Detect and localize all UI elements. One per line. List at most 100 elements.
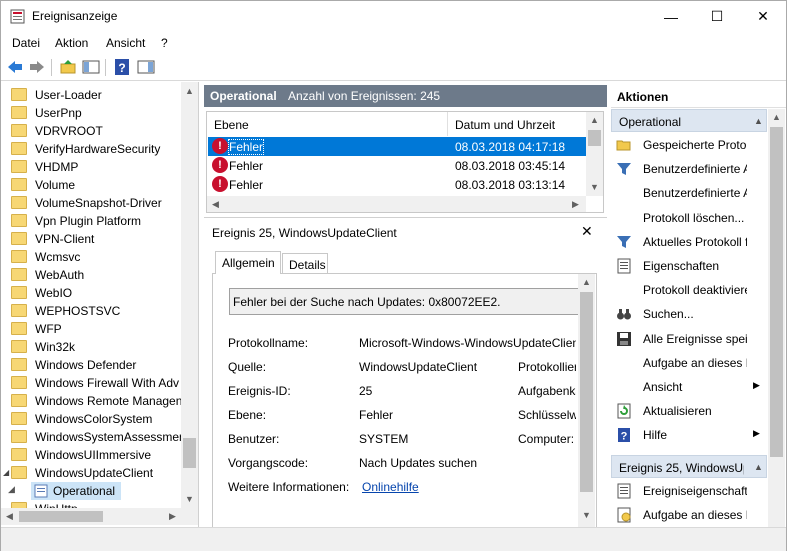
menu-action[interactable]: Aktion <box>55 36 88 50</box>
tree-vertical-scrollbar[interactable]: ▲ ▼ <box>181 82 198 508</box>
action-item[interactable]: Ansicht ▶ <box>611 376 767 398</box>
scroll-up-icon[interactable]: ▲ <box>586 115 603 125</box>
tree-item[interactable]: WindowsUpdateClient <box>1 464 181 482</box>
tree-item[interactable]: Windows Remote Managen <box>1 392 182 410</box>
folder-icon <box>11 160 27 173</box>
tree-item[interactable]: Volume <box>1 176 181 194</box>
actions-section-event[interactable]: Ereignis 25, WindowsUpdateClient ▲ <box>611 455 767 478</box>
forward-arrow-icon[interactable] <box>28 58 46 76</box>
tree-item[interactable]: Win32k <box>1 338 181 356</box>
tree-item[interactable]: WEPHOSTSVC <box>1 302 181 320</box>
action-item[interactable]: Eigenschaften <box>611 255 767 277</box>
scroll-up-icon[interactable]: ▲ <box>768 112 785 122</box>
tab-details[interactable]: Details <box>282 253 328 273</box>
tree-item[interactable]: Wcmsvc <box>1 248 181 266</box>
tree-item-label: WindowsUpdateClient <box>35 466 154 480</box>
tree-item[interactable]: VDRVROOT <box>1 122 181 140</box>
action-item[interactable]: Benutzerdefinierte Ansicht importieren..… <box>611 182 767 204</box>
scroll-up-icon[interactable]: ▲ <box>181 86 198 96</box>
action-item[interactable]: Gespeicherte Protokoll öffnen... <box>611 134 767 156</box>
detail-vertical-scrollbar[interactable]: ▲ ▼ <box>578 274 595 528</box>
scroll-down-icon[interactable]: ▼ <box>578 510 595 520</box>
scroll-up-icon[interactable]: ▲ <box>578 277 595 287</box>
event-list-vertical-scrollbar[interactable]: ▲ ▼ <box>586 112 603 196</box>
help-icon[interactable]: ? <box>113 58 131 76</box>
action-item[interactable]: Protokoll deaktivieren <box>611 279 767 301</box>
tree-item[interactable]: Windows Firewall With Adv <box>1 374 181 392</box>
scroll-right-icon[interactable]: ▶ <box>164 511 181 522</box>
tree-item[interactable]: WebAuth <box>1 266 181 284</box>
tree-item-selected-operational[interactable]: Operational <box>31 482 121 500</box>
column-header-datetime[interactable]: Datum und Uhrzeit <box>448 112 586 136</box>
tree-item-label: VerifyHardwareSecurity <box>35 142 161 156</box>
action-item[interactable]: Aufgabe an dieses Ereignis anfügen... <box>611 504 767 526</box>
tree-item[interactable]: VolumeSnapshot-Driver <box>1 194 181 212</box>
menu-help[interactable]: ? <box>161 36 168 50</box>
tree-item[interactable]: WindowsSystemAssessmen <box>1 428 186 446</box>
tree-item[interactable]: VHDMP <box>1 158 181 176</box>
value-quelle[interactable]: WindowsUpdateClient <box>359 360 477 374</box>
menu-view[interactable]: Ansicht <box>106 36 145 50</box>
tree-item[interactable]: User-Loader <box>1 86 181 104</box>
actions-vertical-scrollbar[interactable]: ▲ <box>768 109 785 527</box>
toolbar: ? <box>1 54 786 81</box>
tree-horizontal-scrollbar[interactable]: ◀ ▶ <box>1 508 198 525</box>
action-item[interactable]: Benutzerdefinierte Ansicht erstellen... <box>611 158 767 180</box>
show-hide-action-pane-icon[interactable] <box>137 58 155 76</box>
tree-item[interactable]: WebIO <box>1 284 181 302</box>
action-label: Protokoll deaktivieren <box>643 283 747 298</box>
event-row[interactable]: ! Fehler 08.03.2018 03:13:14 <box>208 175 586 194</box>
scrollbar-thumb[interactable] <box>770 127 783 457</box>
action-item[interactable]: ? Hilfe ▶ <box>611 424 767 446</box>
value-protokollname[interactable]: Microsoft-Windows-WindowsUpdateClient/Op… <box>359 336 576 350</box>
folder-up-icon[interactable] <box>59 58 77 76</box>
scroll-down-icon[interactable]: ▼ <box>181 494 198 504</box>
event-list-horizontal-scrollbar[interactable]: ◀ ▶ <box>207 196 586 212</box>
tree-item[interactable]: UserPnp <box>1 104 181 122</box>
scroll-left-icon[interactable]: ◀ <box>207 199 224 210</box>
action-item[interactable]: Suchen... <box>611 303 767 325</box>
close-button[interactable]: ✕ <box>740 1 786 32</box>
value-benutzer[interactable]: SYSTEM <box>359 432 408 446</box>
action-item[interactable]: Ereigniseigenschaften <box>611 480 767 502</box>
scroll-right-icon[interactable]: ▶ <box>567 199 584 210</box>
tree-item[interactable]: Windows Defender <box>1 356 181 374</box>
tree-item[interactable]: WFP <box>1 320 181 338</box>
scrollbar-thumb[interactable] <box>19 511 103 522</box>
event-level: Fehler <box>229 159 264 173</box>
expand-arrow-icon[interactable]: ◢ <box>3 468 9 477</box>
value-ereignis-id[interactable]: 25 <box>359 384 372 398</box>
scrollbar-thumb[interactable] <box>588 130 601 146</box>
scrollbar-thumb[interactable] <box>580 292 593 492</box>
action-item[interactable]: Alle Ereignisse speichern unter... <box>611 328 767 350</box>
tree-item[interactable]: WindowsUIImmersive <box>1 446 181 464</box>
event-level: Fehler <box>229 178 264 192</box>
tree-item[interactable]: WindowsColorSystem <box>1 410 181 428</box>
back-arrow-icon[interactable] <box>6 58 24 76</box>
action-item[interactable]: Aktualisieren <box>611 400 767 422</box>
label-benutzer: Benutzer: <box>228 432 280 446</box>
online-help-link[interactable]: Onlinehilfe <box>362 480 419 494</box>
close-detail-icon[interactable]: ✕ <box>581 223 593 240</box>
minimize-button[interactable]: — <box>648 1 694 32</box>
scrollbar-thumb[interactable] <box>183 438 196 468</box>
tree-item[interactable]: VerifyHardwareSecurity <box>1 140 181 158</box>
action-item[interactable]: Aktuelles Protokoll filtern... <box>611 231 767 253</box>
event-row[interactable]: ! Fehler 08.03.2018 04:17:18 <box>208 137 586 156</box>
event-row[interactable]: ! Fehler 08.03.2018 03:45:14 <box>208 156 586 175</box>
tree-item[interactable]: VPN-Client <box>1 230 181 248</box>
menu-file[interactable]: Datei <box>12 36 40 50</box>
show-hide-tree-icon[interactable] <box>82 58 100 76</box>
action-item[interactable]: Aufgabe an dieses Protokoll anfügen... <box>611 352 767 374</box>
scroll-down-icon[interactable]: ▼ <box>586 182 603 192</box>
actions-section-operational[interactable]: Operational ▲ <box>611 109 767 132</box>
value-vorgangscode[interactable]: Nach Updates suchen <box>359 456 477 470</box>
action-item[interactable]: Protokoll löschen... <box>611 207 767 229</box>
event-message-box[interactable]: Fehler bei der Suche nach Updates: 0x800… <box>229 288 579 315</box>
column-header-level[interactable]: Ebene <box>207 112 448 136</box>
tab-general[interactable]: Allgemein <box>215 251 281 274</box>
tree-item[interactable]: Vpn Plugin Platform <box>1 212 181 230</box>
maximize-button[interactable]: ☐ <box>694 1 740 32</box>
value-ebene[interactable]: Fehler <box>359 408 393 422</box>
scroll-left-icon[interactable]: ◀ <box>1 511 18 522</box>
